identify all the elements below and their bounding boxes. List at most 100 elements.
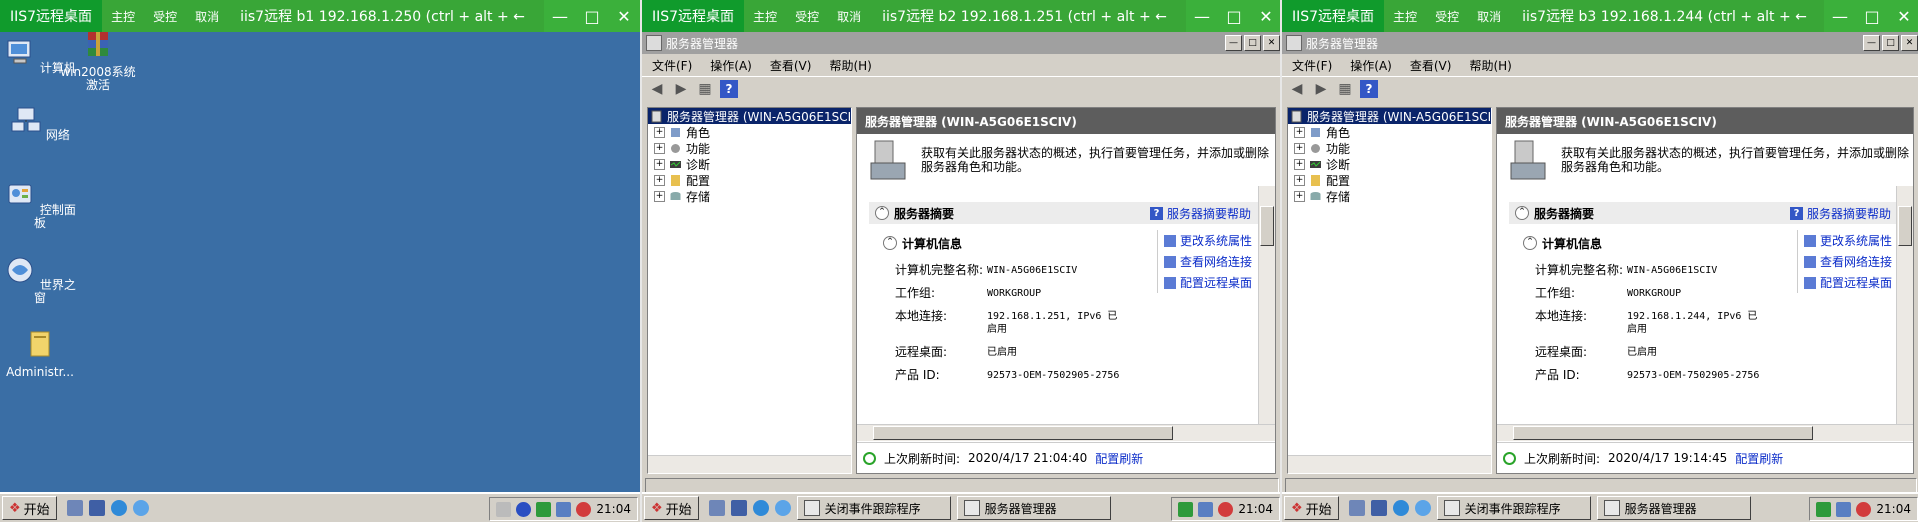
help-icon[interactable]: ? — [1360, 80, 1378, 98]
content-vertical-scrollbar[interactable] — [1258, 186, 1275, 436]
tree-item-features[interactable]: + 功能 — [648, 140, 851, 156]
expand-icon[interactable]: + — [654, 174, 665, 186]
window-close-icon[interactable]: ✕ — [1901, 35, 1918, 51]
expand-icon[interactable]: + — [1294, 126, 1305, 138]
tree-item-roles[interactable]: + 角色 — [1288, 124, 1491, 140]
content-horizontal-scrollbar[interactable] — [1497, 424, 1913, 441]
scroll-thumb[interactable] — [1513, 426, 1813, 440]
desktop-icon-network[interactable]: 网络 — [0, 104, 80, 142]
desktop-icon-browser[interactable]: 世界之窗 — [0, 254, 80, 305]
forward-icon[interactable]: ▶ — [1312, 80, 1330, 98]
collapse-icon[interactable]: ⌃ — [1523, 236, 1537, 250]
tree-item-storage[interactable]: + 存储 — [1288, 188, 1491, 204]
network-status-icon[interactable] — [1198, 501, 1214, 517]
menu-file[interactable]: 文件(F) — [1292, 57, 1332, 74]
expand-icon[interactable]: + — [1294, 174, 1305, 186]
browser-icon[interactable] — [132, 500, 149, 516]
task-shutdown-tracker[interactable]: 关闭事件跟踪程序 — [1436, 496, 1591, 520]
task-server-manager[interactable]: 服务器管理器 — [956, 496, 1111, 520]
powershell-icon[interactable] — [88, 500, 105, 516]
back-icon[interactable]: ◀ — [648, 80, 666, 98]
menu-action[interactable]: 操作(A) — [710, 57, 752, 74]
collapse-icon[interactable]: ⌃ — [875, 206, 889, 220]
minimize-icon[interactable]: — — [1824, 7, 1856, 26]
start-button[interactable]: ❖ 开始 — [644, 496, 699, 520]
window-maximize-icon[interactable]: □ — [1882, 35, 1899, 51]
window-maximize-icon[interactable]: □ — [1244, 35, 1261, 51]
menu-help[interactable]: 帮助(H) — [829, 57, 871, 74]
minimize-icon[interactable]: — — [544, 7, 576, 26]
main-control-button[interactable]: 主控 — [1384, 8, 1426, 25]
controlled-button[interactable]: 受控 — [786, 8, 828, 25]
close-icon[interactable]: ✕ — [1888, 7, 1918, 26]
cancel-button[interactable]: 取消 — [828, 8, 870, 25]
menu-view[interactable]: 查看(V) — [770, 57, 812, 74]
menu-action[interactable]: 操作(A) — [1350, 57, 1392, 74]
tree-item-configuration[interactable]: + 配置 — [1288, 172, 1491, 188]
show-hide-tree-icon[interactable]: ▦ — [1336, 80, 1354, 98]
collapse-icon[interactable]: ⌃ — [1515, 206, 1529, 220]
window-close-icon[interactable]: ✕ — [1263, 35, 1280, 51]
scroll-thumb[interactable] — [1260, 206, 1274, 246]
clock[interactable]: 21:04 — [1238, 502, 1273, 516]
server-manager-icon[interactable] — [708, 500, 725, 516]
window-minimize-icon[interactable]: — — [1225, 35, 1242, 51]
server-manager-icon[interactable] — [1348, 500, 1365, 516]
browser-icon[interactable] — [1414, 500, 1431, 516]
desktop-icon-activate[interactable]: win2008系统激活 — [58, 28, 138, 92]
ie-icon[interactable] — [110, 500, 127, 516]
server-summary-header[interactable]: ⌃ 服务器摘要 ? 服务器摘要帮助 — [869, 202, 1259, 224]
close-icon[interactable]: ✕ — [608, 7, 640, 26]
menu-view[interactable]: 查看(V) — [1410, 57, 1452, 74]
server-summary-help-link[interactable]: ? 服务器摘要帮助 — [1789, 205, 1891, 222]
controlled-button[interactable]: 受控 — [144, 8, 186, 25]
cancel-button[interactable]: 取消 — [186, 8, 228, 25]
forward-icon[interactable]: ▶ — [672, 80, 690, 98]
controlled-button[interactable]: 受控 — [1426, 8, 1468, 25]
flag-icon[interactable] — [1816, 501, 1832, 517]
configure-refresh-link[interactable]: 配置刷新 — [1735, 450, 1783, 467]
browser-icon[interactable] — [774, 500, 791, 516]
volume-muted-icon[interactable] — [576, 501, 592, 517]
powershell-icon[interactable] — [730, 500, 747, 516]
flag-icon[interactable] — [1178, 501, 1194, 517]
tree-root[interactable]: 服务器管理器 (WIN-A5G06E1SCI — [1288, 108, 1491, 124]
clock[interactable]: 21:04 — [596, 502, 631, 516]
tree-item-storage[interactable]: + 存储 — [648, 188, 851, 204]
collapse-icon[interactable]: ⌃ — [883, 236, 897, 250]
server-summary-help-link[interactable]: ? 服务器摘要帮助 — [1149, 205, 1251, 222]
scroll-thumb[interactable] — [1898, 206, 1912, 246]
task-server-manager[interactable]: 服务器管理器 — [1596, 496, 1751, 520]
desktop-icon-user-folder[interactable]: Administr... — [0, 328, 80, 379]
keyboard-icon[interactable] — [496, 501, 512, 517]
minimize-icon[interactable]: — — [1186, 7, 1218, 26]
content-horizontal-scrollbar[interactable] — [857, 424, 1275, 441]
clock[interactable]: 21:04 — [1876, 502, 1911, 516]
start-button[interactable]: ❖ 开始 — [2, 496, 57, 520]
expand-icon[interactable]: + — [654, 190, 665, 202]
expand-icon[interactable]: + — [1294, 158, 1305, 170]
task-shutdown-tracker[interactable]: 关闭事件跟踪程序 — [796, 496, 951, 520]
start-button[interactable]: ❖ 开始 — [1284, 496, 1339, 520]
ie-icon[interactable] — [1392, 500, 1409, 516]
flag-icon[interactable] — [536, 501, 552, 517]
expand-icon[interactable]: + — [1294, 142, 1305, 154]
menu-help[interactable]: 帮助(H) — [1469, 57, 1511, 74]
tree-item-diagnostics[interactable]: + 诊断 — [1288, 156, 1491, 172]
content-vertical-scrollbar[interactable] — [1896, 186, 1913, 436]
tree-item-roles[interactable]: + 角色 — [648, 124, 851, 140]
tree-item-features[interactable]: + 功能 — [1288, 140, 1491, 156]
expand-icon[interactable]: + — [654, 126, 665, 138]
menu-file[interactable]: 文件(F) — [652, 57, 692, 74]
maximize-icon[interactable]: □ — [576, 7, 608, 26]
help-icon[interactable] — [516, 501, 532, 517]
configure-refresh-link[interactable]: 配置刷新 — [1095, 450, 1143, 467]
expand-icon[interactable]: + — [654, 142, 665, 154]
network-status-icon[interactable] — [1836, 501, 1852, 517]
close-icon[interactable]: ✕ — [1250, 7, 1282, 26]
network-status-icon[interactable] — [556, 501, 572, 517]
help-icon[interactable]: ? — [720, 80, 738, 98]
maximize-icon[interactable]: □ — [1856, 7, 1888, 26]
server-summary-header[interactable]: ⌃ 服务器摘要 ? 服务器摘要帮助 — [1509, 202, 1899, 224]
desktop-icon-control-panel[interactable]: 控制面板 — [0, 179, 80, 230]
